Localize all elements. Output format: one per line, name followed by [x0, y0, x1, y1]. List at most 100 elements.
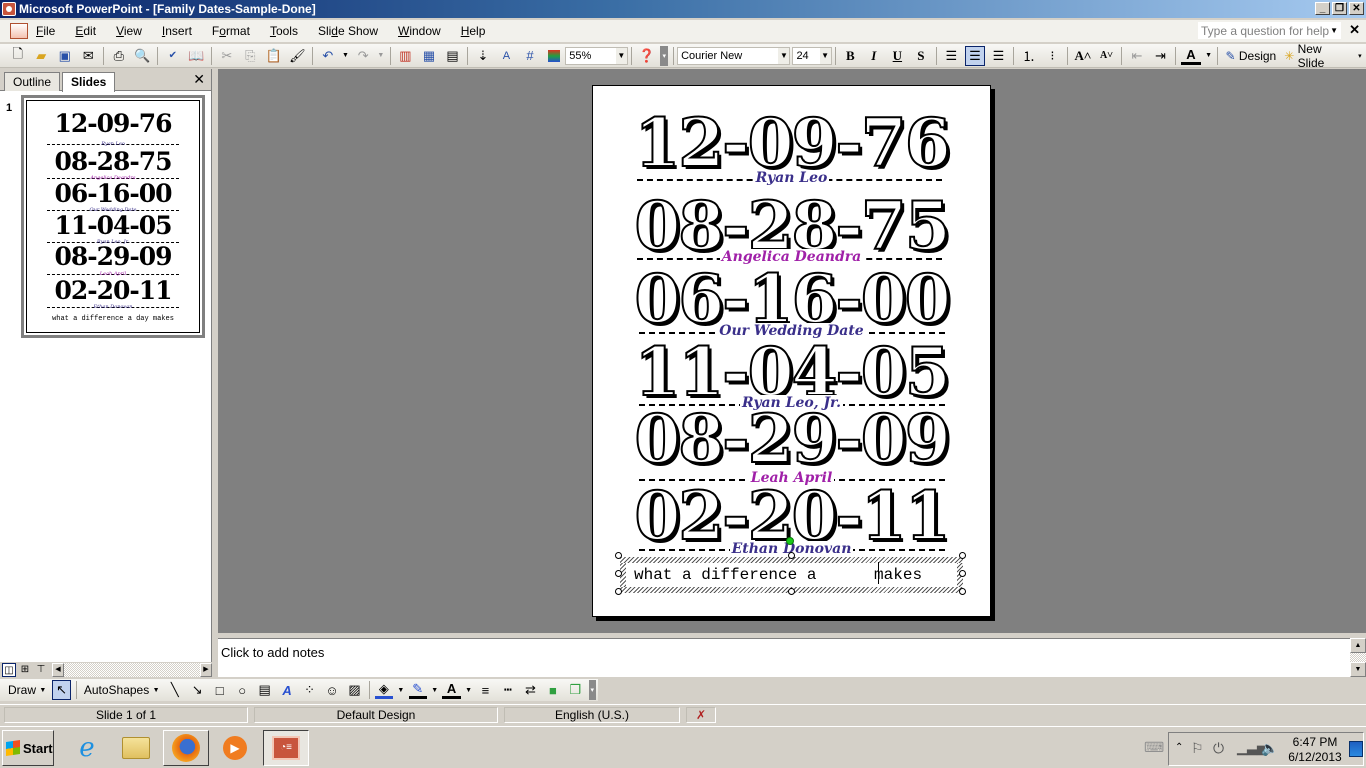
permission-icon[interactable]: ✉	[79, 46, 99, 66]
autoshapes-menu-button[interactable]: AutoShapes ▼	[84, 683, 160, 697]
insert-chart-icon[interactable]: ▥	[396, 46, 416, 66]
new-icon[interactable]: 🗋	[8, 46, 28, 66]
align-center-icon[interactable]: ☰	[965, 45, 985, 66]
resize-handle[interactable]	[615, 570, 622, 577]
fill-color-icon[interactable]: ◈	[374, 681, 394, 699]
wordart-icon[interactable]: A	[278, 680, 296, 700]
start-button[interactable]: Start	[2, 730, 54, 766]
align-right-icon[interactable]: ☰	[989, 46, 1009, 66]
menu-format[interactable]: Format	[212, 22, 250, 40]
file-explorer-icon[interactable]	[113, 730, 159, 766]
chevron-down-icon[interactable]: ▼	[1330, 22, 1338, 40]
rectangle-icon[interactable]: □	[210, 680, 228, 700]
help-icon[interactable]: ❓	[637, 46, 657, 66]
increase-font-icon[interactable]: A˄	[1073, 46, 1093, 66]
slide-show-view-icon[interactable]: ⊤	[34, 663, 48, 677]
chevron-down-icon[interactable]: ▼	[819, 47, 831, 64]
dash-style-icon[interactable]: ┅	[499, 680, 517, 700]
close-button[interactable]: ✕	[1349, 2, 1364, 15]
print-preview-icon[interactable]: 🔍	[133, 46, 153, 66]
menu-edit[interactable]: Edit	[75, 22, 96, 40]
line-style-icon[interactable]: ≡	[476, 680, 494, 700]
notes-placeholder[interactable]: Click to add notes	[221, 645, 324, 660]
increase-indent-icon[interactable]: ⇥	[1151, 46, 1171, 66]
notes-scrollbar[interactable]: ▲ ▼	[1350, 638, 1366, 677]
document-icon[interactable]	[10, 23, 28, 39]
rotate-handle[interactable]	[786, 537, 794, 545]
line-color-icon[interactable]: ✎	[408, 681, 427, 699]
draw-menu-button[interactable]: Draw ▼	[8, 683, 46, 697]
menu-window[interactable]: Window	[398, 22, 441, 40]
clock[interactable]: 6:47 PM 6/12/2013	[1285, 735, 1345, 765]
insert-picture-icon[interactable]: ▨	[345, 680, 363, 700]
italic-icon[interactable]: I	[864, 46, 884, 66]
menu-slide-show[interactable]: Slide Show	[318, 22, 378, 40]
copy-icon[interactable]: ⎘	[241, 46, 261, 66]
font-color-icon[interactable]: A	[442, 681, 461, 699]
text-box-icon[interactable]: ▤	[255, 680, 273, 700]
toolbar-options-icon[interactable]: ▾	[588, 680, 596, 700]
insert-table-icon[interactable]: ▦	[419, 46, 439, 66]
spelling-status-icon[interactable]: ✗	[686, 707, 716, 723]
zoom-combo[interactable]: 55% ▼	[565, 46, 628, 65]
undo-dropdown-icon[interactable]: ▼	[342, 46, 350, 66]
new-slide-button[interactable]: ✳ New Slide	[1284, 42, 1350, 70]
resize-handle[interactable]	[788, 552, 795, 559]
chevron-down-icon[interactable]: ▼	[615, 47, 627, 64]
restore-button[interactable]: ❐	[1332, 2, 1347, 15]
shadow-icon[interactable]: S	[911, 46, 931, 66]
font-color-icon[interactable]: A	[1181, 47, 1201, 65]
arrow-style-icon[interactable]: ⇄	[521, 680, 539, 700]
date-text[interactable]: 08-29-09	[593, 405, 990, 473]
save-icon[interactable]: ▣	[55, 46, 75, 66]
menu-insert[interactable]: Insert	[162, 22, 192, 40]
undo-icon[interactable]: ↶	[318, 46, 338, 66]
toolbar-options-icon[interactable]: ▾	[660, 45, 669, 66]
align-left-icon[interactable]: ☰	[942, 46, 962, 66]
resize-handle[interactable]	[615, 552, 622, 559]
name-label[interactable]: Ryan Leo	[593, 170, 990, 186]
decrease-indent-icon[interactable]: ⇤	[1127, 46, 1147, 66]
status-language[interactable]: English (U.S.)	[504, 707, 680, 723]
fill-color-dropdown-icon[interactable]: ▼	[397, 680, 404, 700]
tab-outline[interactable]: Outline	[4, 72, 61, 91]
print-icon[interactable]: ⎙	[109, 46, 129, 66]
open-icon[interactable]: ▰	[32, 46, 52, 66]
close-pane-icon[interactable]: ✕	[193, 71, 205, 88]
scroll-up-icon[interactable]: ▲	[1350, 638, 1366, 653]
numbering-icon[interactable]: ⒈	[1019, 46, 1039, 66]
volume-icon[interactable]: 🔈	[1261, 740, 1278, 757]
font-color-dropdown-icon[interactable]: ▼	[465, 680, 472, 700]
minimize-button[interactable]: _	[1315, 2, 1330, 15]
tables-borders-icon[interactable]: ▤	[443, 46, 463, 66]
slide[interactable]: 12-09-76 Ryan Leo 08-28-75 Angelica Deandra…	[592, 85, 991, 617]
status-design[interactable]: Default Design	[254, 707, 498, 723]
powerpoint-app-icon[interactable]	[2, 2, 16, 16]
firefox-icon[interactable]	[163, 730, 209, 766]
show-formatting-icon[interactable]: A	[497, 46, 517, 66]
show-hidden-icons-icon[interactable]: ⌃	[1175, 742, 1183, 753]
font-size-combo[interactable]: 24 ▼	[792, 46, 832, 65]
expand-all-icon[interactable]: ⇣	[473, 46, 493, 66]
line-icon[interactable]: ╲	[166, 680, 184, 700]
tab-slides[interactable]: Slides	[62, 72, 116, 92]
scroll-left-icon[interactable]: ◀	[52, 663, 64, 677]
clip-art-icon[interactable]: ☺	[323, 680, 341, 700]
show-desktop-icon[interactable]	[1349, 741, 1363, 757]
tagline-text[interactable]: what a difference a makes	[626, 563, 957, 587]
select-objects-icon[interactable]: ↖	[52, 680, 71, 700]
toolbar-options-icon[interactable]: ▾	[1356, 46, 1364, 66]
oval-icon[interactable]: ○	[233, 680, 251, 700]
menu-tools[interactable]: Tools	[270, 22, 298, 40]
internet-explorer-icon[interactable]: e	[64, 730, 110, 766]
notes-pane[interactable]: Click to add notes	[218, 638, 1350, 677]
research-icon[interactable]: 📖	[187, 46, 207, 66]
shadow-style-icon[interactable]: ■	[544, 680, 562, 700]
action-center-flag-icon[interactable]: ⚐	[1191, 740, 1204, 757]
resize-handle[interactable]	[959, 570, 966, 577]
format-painter-icon[interactable]: 🖌	[288, 46, 308, 66]
bold-icon[interactable]: B	[841, 46, 861, 66]
slide-thumbnail[interactable]: 12-09-76 Ryan Leo 08-28-75 Angelica Deandra…	[21, 95, 205, 338]
menu-view[interactable]: View	[116, 22, 142, 40]
bullets-icon[interactable]: ⁝	[1043, 46, 1063, 66]
